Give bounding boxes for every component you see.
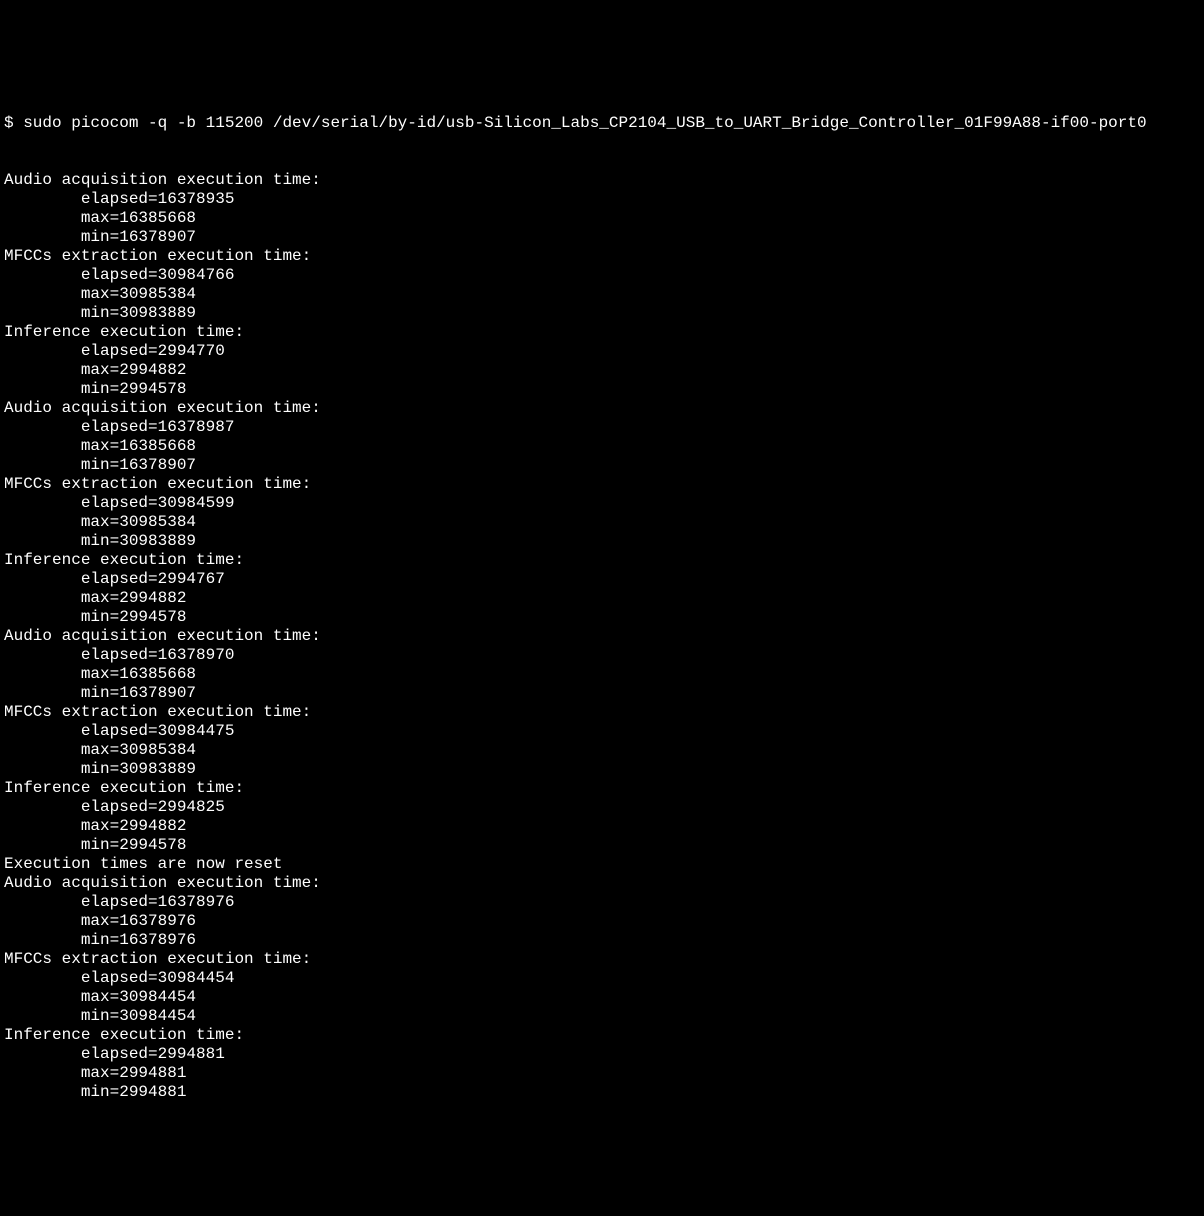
timing-elapsed: elapsed=16378976 [4,893,1200,912]
timing-min: min=2994578 [4,836,1200,855]
block-title: MFCCs extraction execution time: [4,247,1200,266]
timing-elapsed: elapsed=2994825 [4,798,1200,817]
timing-elapsed: elapsed=2994881 [4,1045,1200,1064]
timing-max: max=2994882 [4,589,1200,608]
timing-min: min=30983889 [4,532,1200,551]
timing-min: min=16378907 [4,228,1200,247]
block-title: Audio acquisition execution time: [4,171,1200,190]
timing-max: max=16378976 [4,912,1200,931]
terminal-window[interactable]: $ sudo picocom -q -b 115200 /dev/serial/… [0,76,1204,1121]
block-title: Inference execution time: [4,1026,1200,1045]
timing-elapsed: elapsed=16378987 [4,418,1200,437]
timing-elapsed: elapsed=30984454 [4,969,1200,988]
command-text: sudo picocom -q -b 115200 /dev/serial/by… [23,114,1146,132]
timing-elapsed: elapsed=2994767 [4,570,1200,589]
timing-max: max=30984454 [4,988,1200,1007]
block-title: Audio acquisition execution time: [4,874,1200,893]
reset-message: Execution times are now reset [4,855,1200,874]
timing-elapsed: elapsed=2994770 [4,342,1200,361]
timing-max: max=16385668 [4,665,1200,684]
timing-elapsed: elapsed=16378970 [4,646,1200,665]
timing-min: min=16378907 [4,456,1200,475]
block-title: Audio acquisition execution time: [4,627,1200,646]
timing-min: min=2994881 [4,1083,1200,1102]
block-title: Audio acquisition execution time: [4,399,1200,418]
block-title: Inference execution time: [4,551,1200,570]
timing-min: min=30983889 [4,760,1200,779]
timing-elapsed: elapsed=30984475 [4,722,1200,741]
terminal-output: Audio acquisition execution time: elapse… [4,171,1200,1102]
timing-max: max=2994882 [4,817,1200,836]
timing-max: max=2994881 [4,1064,1200,1083]
timing-elapsed: elapsed=30984766 [4,266,1200,285]
timing-max: max=30985384 [4,285,1200,304]
timing-elapsed: elapsed=30984599 [4,494,1200,513]
timing-max: max=16385668 [4,437,1200,456]
command-line: $ sudo picocom -q -b 115200 /dev/serial/… [4,114,1200,133]
block-title: MFCCs extraction execution time: [4,475,1200,494]
block-title: MFCCs extraction execution time: [4,950,1200,969]
timing-min: min=2994578 [4,380,1200,399]
timing-max: max=30985384 [4,741,1200,760]
timing-min: min=16378907 [4,684,1200,703]
timing-min: min=2994578 [4,608,1200,627]
timing-min: min=16378976 [4,931,1200,950]
timing-max: max=16385668 [4,209,1200,228]
prompt: $ [4,114,23,132]
timing-min: min=30983889 [4,304,1200,323]
block-title: Inference execution time: [4,323,1200,342]
block-title: MFCCs extraction execution time: [4,703,1200,722]
timing-min: min=30984454 [4,1007,1200,1026]
timing-elapsed: elapsed=16378935 [4,190,1200,209]
timing-max: max=2994882 [4,361,1200,380]
block-title: Inference execution time: [4,779,1200,798]
timing-max: max=30985384 [4,513,1200,532]
